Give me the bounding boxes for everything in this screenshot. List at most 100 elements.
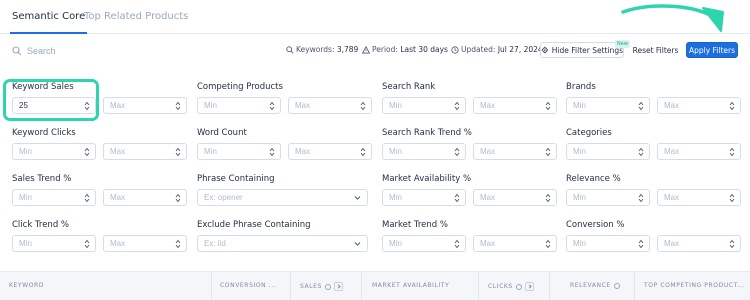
- word-count-max-field[interactable]: [288, 143, 372, 160]
- stepper-arrows-icon[interactable]: [84, 193, 90, 203]
- word-count-min-input[interactable]: [204, 147, 272, 156]
- competing-products-min-field[interactable]: [197, 97, 281, 114]
- word-count-min-field[interactable]: [197, 143, 281, 160]
- keyword-clicks-min-input[interactable]: [19, 147, 87, 156]
- categories-min-input[interactable]: [573, 147, 641, 156]
- search-rank-max-field[interactable]: [473, 97, 557, 114]
- stepper-arrows-icon[interactable]: [269, 147, 275, 157]
- conversion-min-field[interactable]: [566, 235, 650, 252]
- stepper-arrows-icon[interactable]: [729, 193, 735, 203]
- stepper-arrows-icon[interactable]: [729, 101, 735, 111]
- keyword-clicks-max-field[interactable]: [103, 143, 187, 160]
- column-relevance[interactable]: RELEVANCE: [570, 282, 620, 289]
- sales-trend-max-input[interactable]: [110, 193, 178, 202]
- phrase-containing-input[interactable]: [204, 193, 344, 202]
- column-market-availability[interactable]: MARKET AVAILABILITY: [372, 282, 449, 289]
- brands-max-field[interactable]: [657, 97, 741, 114]
- stepper-arrows-icon[interactable]: [269, 101, 275, 111]
- sort-icon[interactable]: [524, 282, 534, 291]
- column-sales[interactable]: SALES: [300, 282, 343, 291]
- search-rank-trend-max-input[interactable]: [480, 147, 548, 156]
- apply-filters-button[interactable]: Apply Filters: [686, 42, 738, 58]
- click-trend-max-input[interactable]: [110, 239, 178, 248]
- stepper-arrows-icon[interactable]: [454, 193, 460, 203]
- stepper-arrows-icon[interactable]: [175, 193, 181, 203]
- stepper-arrows-icon[interactable]: [84, 239, 90, 249]
- conversion-max-input[interactable]: [664, 239, 732, 248]
- brands-min-input[interactable]: [573, 101, 641, 110]
- stepper-arrows-icon[interactable]: [729, 239, 735, 249]
- market-availability-min-field[interactable]: [382, 189, 466, 206]
- stepper-arrows-icon[interactable]: [175, 101, 181, 111]
- competing-products-max-field[interactable]: [288, 97, 372, 114]
- stepper-arrows-icon[interactable]: [545, 101, 551, 111]
- stepper-arrows-icon[interactable]: [729, 147, 735, 157]
- keyword-clicks-max-input[interactable]: [110, 147, 178, 156]
- stepper-arrows-icon[interactable]: [454, 239, 460, 249]
- market-availability-min-input[interactable]: [389, 193, 457, 202]
- sales-trend-min-field[interactable]: [12, 189, 96, 206]
- click-trend-max-field[interactable]: [103, 235, 187, 252]
- click-trend-min-input[interactable]: [19, 239, 87, 248]
- reset-filters-button[interactable]: Reset Filters: [629, 42, 682, 58]
- search-rank-trend-min-field[interactable]: [382, 143, 466, 160]
- relevance-min-input[interactable]: [573, 193, 641, 202]
- chevron-down-icon[interactable]: [354, 241, 361, 247]
- keyword-clicks-min-field[interactable]: [12, 143, 96, 160]
- stepper-arrows-icon[interactable]: [454, 101, 460, 111]
- column-top-competing-products[interactable]: TOP COMPETING PRODUCT...: [644, 282, 745, 289]
- sales-trend-min-input[interactable]: [19, 193, 87, 202]
- brands-min-field[interactable]: [566, 97, 650, 114]
- stepper-arrows-icon[interactable]: [84, 147, 90, 157]
- relevance-max-input[interactable]: [664, 193, 732, 202]
- stepper-arrows-icon[interactable]: [545, 239, 551, 249]
- word-count-max-input[interactable]: [295, 147, 363, 156]
- exclude-phrase-containing-select[interactable]: [197, 235, 368, 252]
- market-availability-max-field[interactable]: [473, 189, 557, 206]
- stepper-arrows-icon[interactable]: [175, 147, 181, 157]
- market-availability-max-input[interactable]: [480, 193, 548, 202]
- keyword-sales-max-field[interactable]: [103, 97, 187, 114]
- exclude-phrase-containing-input[interactable]: [204, 239, 344, 248]
- relevance-min-field[interactable]: [566, 189, 650, 206]
- chevron-down-icon[interactable]: [354, 195, 361, 201]
- competing-products-min-input[interactable]: [204, 101, 272, 110]
- tab-semantic-core[interactable]: Semantic Core: [9, 11, 88, 34]
- stepper-arrows-icon[interactable]: [360, 101, 366, 111]
- stepper-arrows-icon[interactable]: [175, 239, 181, 249]
- stepper-arrows-icon[interactable]: [638, 193, 644, 203]
- stepper-arrows-icon[interactable]: [545, 147, 551, 157]
- market-trend-max-field[interactable]: [473, 235, 557, 252]
- sort-icon[interactable]: [333, 282, 343, 291]
- keyword-sales-max-input[interactable]: [110, 101, 178, 110]
- conversion-min-input[interactable]: [573, 239, 641, 248]
- conversion-max-field[interactable]: [657, 235, 741, 252]
- search-box[interactable]: [12, 44, 147, 58]
- stepper-arrows-icon[interactable]: [638, 147, 644, 157]
- market-trend-min-field[interactable]: [382, 235, 466, 252]
- stepper-arrows-icon[interactable]: [360, 147, 366, 157]
- competing-products-max-input[interactable]: [295, 101, 363, 110]
- search-input[interactable]: [27, 46, 147, 56]
- sales-trend-max-field[interactable]: [103, 189, 187, 206]
- categories-min-field[interactable]: [566, 143, 650, 160]
- search-rank-trend-min-input[interactable]: [389, 147, 457, 156]
- stepper-arrows-icon[interactable]: [638, 239, 644, 249]
- stepper-arrows-icon[interactable]: [638, 101, 644, 111]
- tab-top-related-products[interactable]: Top Related Products: [84, 11, 188, 22]
- search-rank-min-field[interactable]: [382, 97, 466, 114]
- column-conversion[interactable]: CONVERSION ...: [220, 282, 276, 289]
- stepper-arrows-icon[interactable]: [545, 193, 551, 203]
- categories-max-field[interactable]: [657, 143, 741, 160]
- hide-filter-settings-button[interactable]: Hide Filter Settings: [540, 42, 624, 58]
- market-trend-max-input[interactable]: [480, 239, 548, 248]
- categories-max-input[interactable]: [664, 147, 732, 156]
- phrase-containing-select[interactable]: [197, 189, 368, 206]
- search-rank-max-input[interactable]: [480, 101, 548, 110]
- brands-max-input[interactable]: [664, 101, 732, 110]
- market-trend-min-input[interactable]: [389, 239, 457, 248]
- search-rank-min-input[interactable]: [389, 101, 457, 110]
- search-rank-trend-max-field[interactable]: [473, 143, 557, 160]
- click-trend-min-field[interactable]: [12, 235, 96, 252]
- relevance-max-field[interactable]: [657, 189, 741, 206]
